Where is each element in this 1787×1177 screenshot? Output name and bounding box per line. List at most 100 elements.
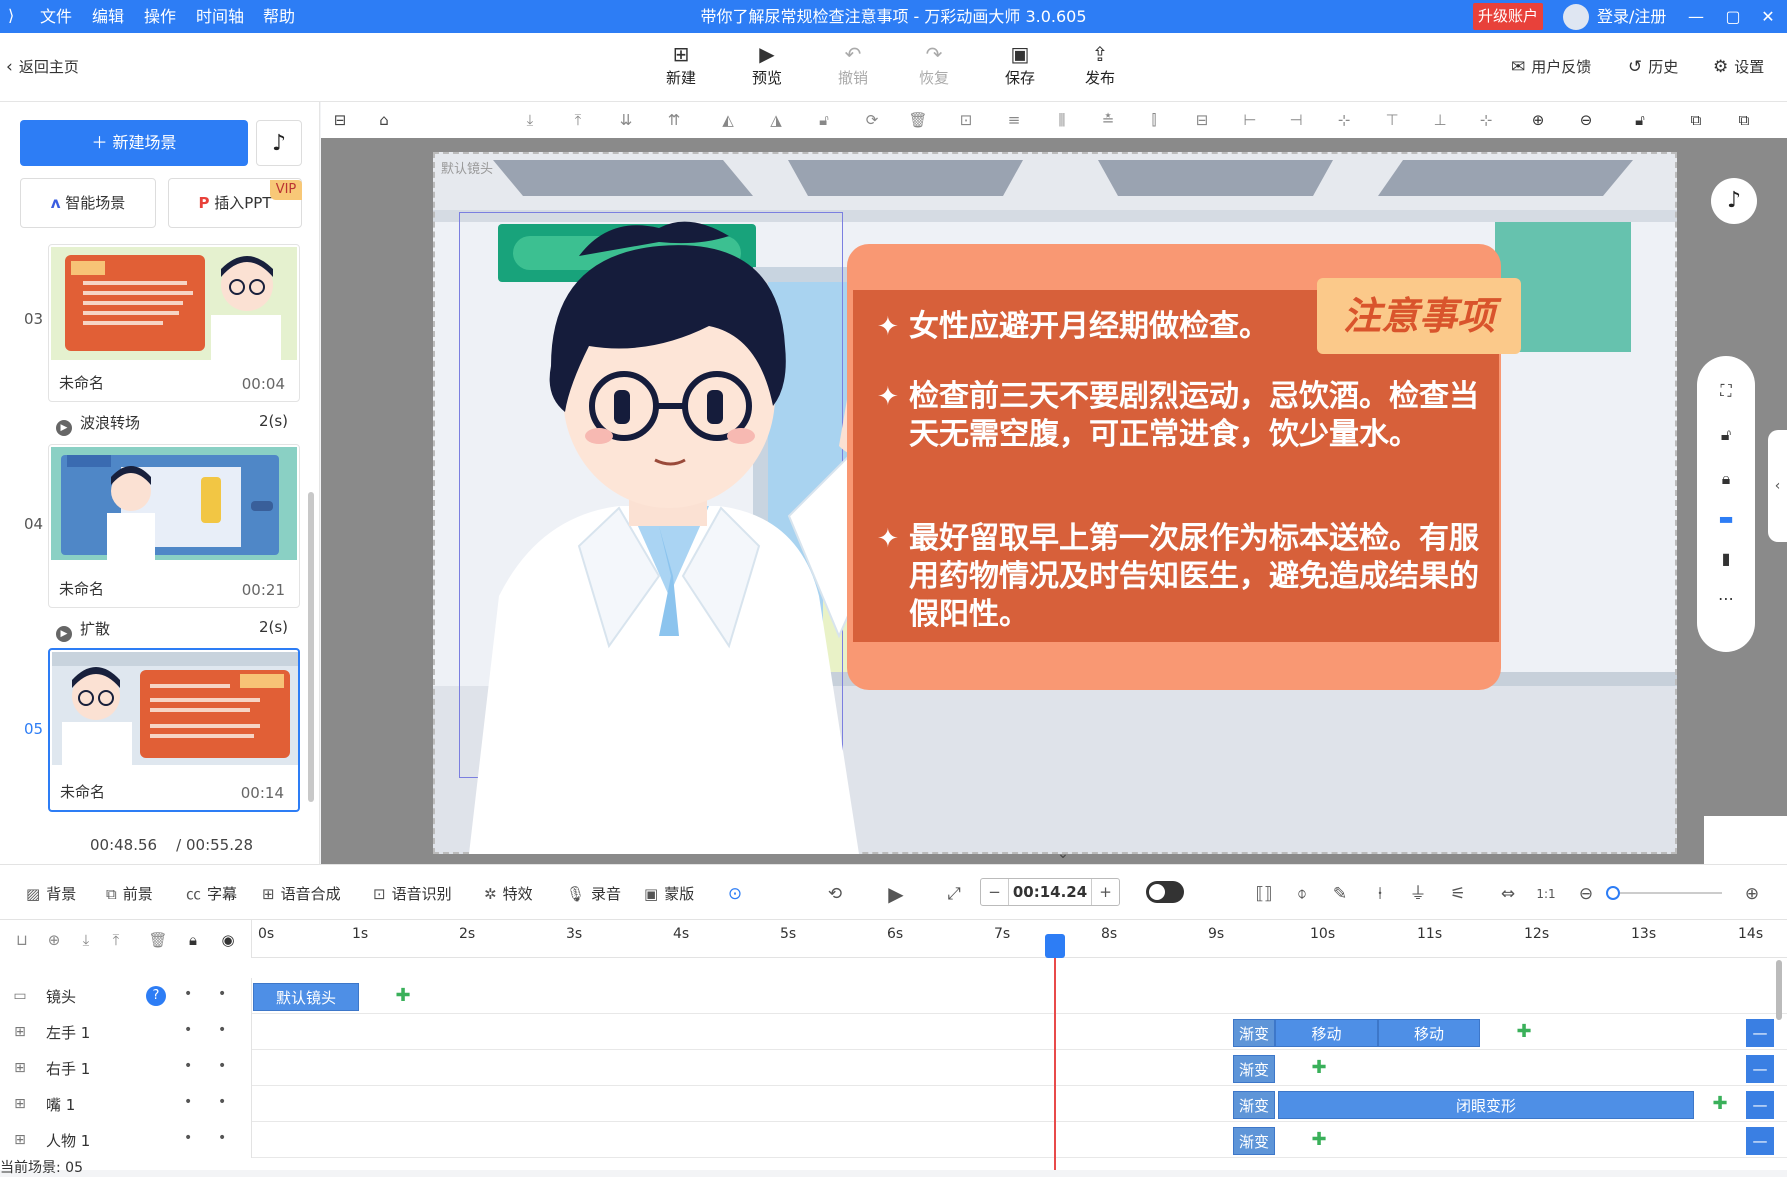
record-button[interactable]: 🎙︎ 录音 [566,883,621,905]
flip-vertical-icon[interactable]: ◮ [765,110,787,130]
path-icon[interactable]: ⍿ [1368,883,1392,905]
track-left-hand[interactable]: ⊞ 左手 1 • • 渐变 移动 移动 ✚ — [0,1014,1787,1050]
keyframe-add-icon[interactable]: ✚ [1309,1130,1329,1150]
zoom-in-icon[interactable]: ⊕ [1527,110,1549,130]
dot-icon[interactable]: • [184,1094,192,1110]
align-bottom-icon[interactable]: ⤓ [519,110,541,130]
transition-item[interactable]: ▶ 波浪转场 2(s) [56,412,300,436]
time-stepper[interactable]: − 00:14.24 + [980,878,1120,906]
menu-operate[interactable]: 操作 [144,0,176,33]
fade-block[interactable]: 渐变 [1233,1019,1275,1047]
zoom-in-icon[interactable]: ⊕ [1740,883,1764,905]
copy-icon[interactable]: ⧉ [1685,110,1707,130]
dot-icon[interactable]: • [218,1022,226,1038]
unlock-icon[interactable]: 🔓︎ [1629,110,1651,130]
effects-button[interactable]: ✲ 特效 [484,883,533,905]
move-block[interactable]: 移动 [1378,1019,1480,1047]
toggle-switch[interactable] [1146,881,1184,903]
new-scene-button[interactable]: ＋ 新建场景 [20,120,248,166]
menu-timeline[interactable]: 时间轴 [196,0,244,33]
undo-button[interactable]: ↶ 撤销 [823,41,883,88]
fade-block[interactable]: 渐变 [1233,1055,1275,1083]
same-width-icon[interactable]: ⊟ [1191,110,1213,130]
minimap[interactable] [1704,816,1787,864]
dot-icon[interactable]: • [184,1022,192,1038]
chevron-left-icon[interactable]: ‹ [1768,430,1787,542]
lock-icon[interactable]: 🔒︎ [1715,468,1737,490]
dot-icon[interactable]: • [218,1130,226,1146]
minimize-icon[interactable]: — [1681,0,1711,33]
delete-icon[interactable]: 🗑︎ [907,110,929,130]
menu-edit[interactable]: 编辑 [92,0,124,33]
top-edge-icon[interactable]: ⊤ [1381,110,1403,130]
vip-feature-icon[interactable]: ⟦⟧ [1252,883,1276,905]
delete-icon[interactable]: 🗑︎ [148,930,168,950]
login-register-button[interactable]: 登录/注册 [1563,0,1666,33]
monitor-icon[interactable]: ▬ [1715,508,1737,530]
mask-button[interactable]: ▣ 蒙版 [644,883,694,905]
keyframe-add-icon[interactable]: ✚ [1514,1022,1534,1042]
lock-icon[interactable]: 🔒︎ [183,930,203,950]
distribute-h-icon[interactable]: ⫿ [1143,110,1165,130]
smart-scene-button[interactable]: ʌ 智能场景 [20,178,156,228]
dot-icon[interactable]: • [218,986,226,1002]
move-down-icon[interactable]: ⇊ [615,110,637,130]
stage-canvas[interactable]: 默认镜头 ✦ 女性应避开月经期做检查。 ✦ 检查前三天不要剧烈运动，忌饮酒。检查… [433,152,1677,854]
fit-screen-icon[interactable]: ⛶ [1715,380,1737,402]
tts-button[interactable]: ⊞ 语音合成 [262,883,341,905]
collapse-icon[interactable]: — [1746,1019,1774,1047]
align-center-icon[interactable]: ⫼ [1051,110,1073,130]
center-v-icon[interactable]: ⊹ [1333,110,1355,130]
phone-icon[interactable]: ▮ [1715,548,1737,570]
menu-help[interactable]: 帮助 [263,0,295,33]
track-mouth[interactable]: ⊞ 嘴 1 • • 渐变 闭眼变形 ✚ — [0,1086,1787,1122]
track-camera[interactable]: ▭ 镜头 ? • • 默认镜头 ✚ [0,978,1787,1014]
playhead-handle[interactable] [1045,934,1065,958]
music-icon[interactable]: ♪ [1711,178,1757,224]
new-button[interactable]: ⊞ 新建 [651,41,711,88]
flip-horizontal-icon[interactable]: ◭ [717,110,739,130]
unlock-icon[interactable]: 🔓︎ [1715,424,1737,446]
paste-icon[interactable]: ⧉ [1733,110,1755,130]
maximize-icon[interactable]: ▢ [1718,0,1748,33]
time-ruler[interactable]: 0s 1s 2s 3s 4s 5s 6s 7s 8s 9s 10s 11s 12… [252,920,1787,958]
more-icon[interactable]: ⋯ [1715,588,1737,610]
dot-icon[interactable]: • [218,1058,226,1074]
zoom-out-icon[interactable]: ⊖ [1574,883,1598,905]
ruler-icon[interactable]: ⊟ [329,110,351,130]
bottom-edge-icon[interactable]: ⊥ [1429,110,1451,130]
keyframe-add-icon[interactable]: ✚ [1710,1094,1730,1114]
playhead-line[interactable] [1054,934,1056,1170]
dot-icon[interactable]: • [184,1130,192,1146]
rotate-icon[interactable]: ⟳ [861,110,883,130]
preview-button[interactable]: ▶ 预览 [737,41,797,88]
move-up-icon[interactable]: ⇈ [663,110,685,130]
collapse-icon[interactable]: — [1746,1055,1774,1083]
keyframe-add-icon[interactable]: ✚ [393,986,413,1006]
play-icon[interactable]: ▶ [884,883,908,905]
more-circle-icon[interactable]: ⊙ [723,883,747,905]
align-middle-icon[interactable]: ≡ [1003,110,1025,130]
zoom-slider-knob[interactable] [1606,886,1620,900]
move-up-icon[interactable]: ⤒ [106,930,126,950]
add-folder-icon[interactable]: ⊕ [44,930,64,950]
default-camera-block[interactable]: 默认镜头 [253,983,359,1011]
move-block[interactable]: 移动 [1275,1019,1378,1047]
collapse-icon[interactable]: — [1746,1127,1774,1155]
crop-icon[interactable]: ⊡ [955,110,977,130]
close-icon[interactable]: ✕ [1753,0,1783,33]
back-home-button[interactable]: ‹ 返回主页 [6,55,79,79]
fit-width-icon[interactable]: ⇔ [1496,883,1520,905]
distribute-v-icon[interactable]: ≛ [1097,110,1119,130]
collapse-icon[interactable]: — [1746,1091,1774,1119]
keyframe-add-icon[interactable]: ✚ [1309,1058,1329,1078]
align-left-icon[interactable]: ⊢ [1239,110,1261,130]
zoom-slider-track[interactable] [1612,892,1722,894]
filter-icon[interactable]: ⏚ [1406,883,1430,905]
move-down-icon[interactable]: ⤓ [76,930,96,950]
scene-card-03[interactable]: 未命名 00:04 [48,244,300,402]
close-eye-morph-block[interactable]: 闭眼变形 [1278,1091,1694,1119]
history-button[interactable]: ↺ 历史 [1628,55,1678,79]
scene-card-04[interactable]: 未命名 00:21 [48,444,300,608]
zoom-out-icon[interactable]: ⊖ [1575,110,1597,130]
